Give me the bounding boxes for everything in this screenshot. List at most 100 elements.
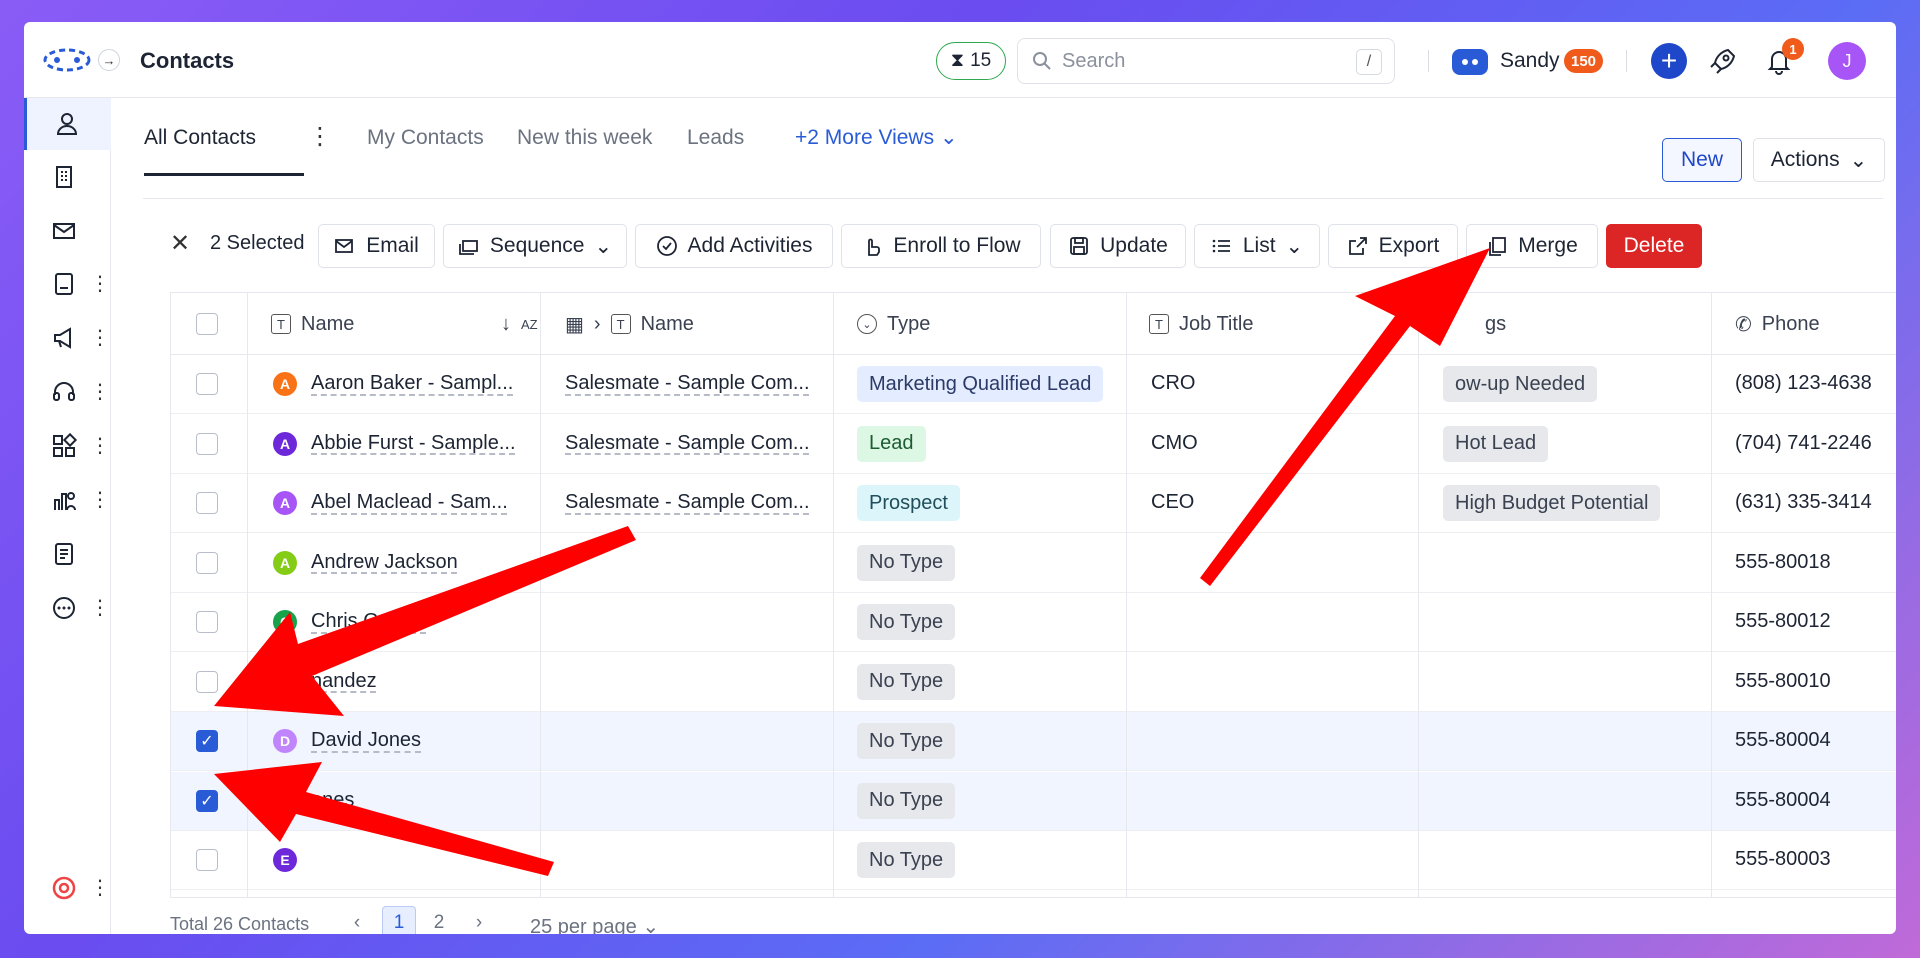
contact-name-link[interactable]: Abel Maclead - Sam...	[311, 491, 508, 514]
table-row[interactable]: C Chris Gonzal No Type 555-80012	[171, 593, 1896, 652]
row-checkbox[interactable]	[196, 551, 218, 574]
sidebar-item-email[interactable]	[24, 205, 111, 257]
search-box[interactable]: /	[1017, 38, 1395, 84]
table-row[interactable]: nandez No Type 555-80010	[171, 653, 1896, 712]
merge-button[interactable]: Merge	[1466, 224, 1598, 268]
more-options-icon[interactable]: ⋮	[90, 490, 110, 510]
user-name[interactable]: Sandy	[1500, 49, 1560, 73]
actions-dropdown[interactable]: Actions ⌄	[1753, 138, 1885, 182]
phone-number[interactable]: 555-80003	[1735, 848, 1831, 871]
row-checkbox[interactable]	[196, 492, 218, 514]
row-checkbox[interactable]	[196, 670, 218, 693]
sort-icon[interactable]: ↓ AZ	[501, 293, 538, 355]
sidebar-item-support[interactable]: ⋮	[24, 366, 111, 418]
more-options-icon[interactable]: ⋮	[90, 598, 110, 618]
contact-name-link[interactable]: nandez	[311, 670, 377, 693]
row-checkbox[interactable]	[196, 373, 218, 395]
phone-number[interactable]: 555-80004	[1735, 729, 1831, 752]
phone-number[interactable]: (808) 123-4638	[1735, 372, 1872, 395]
table-row[interactable]: A Abbie Furst - Sample... Salesmate - Samp…	[171, 415, 1896, 474]
contact-name-link[interactable]: Abbie Furst - Sample...	[311, 432, 516, 455]
tab-all-contacts[interactable]: All Contacts	[144, 126, 256, 150]
phone-number[interactable]: 555-80012	[1735, 610, 1831, 633]
export-button[interactable]: Export	[1328, 224, 1458, 268]
view-options-icon[interactable]: ⋮	[308, 122, 332, 151]
add-activities-button[interactable]: Add Activities	[635, 224, 833, 268]
sidebar-item-reports[interactable]: ⋮	[24, 474, 111, 526]
hand-pointer-icon	[868, 238, 881, 256]
contact-name-link[interactable]: Chris Gonzal	[311, 610, 427, 633]
tab-leads[interactable]: Leads	[687, 126, 744, 150]
contact-name-link[interactable]: David Jones	[311, 729, 421, 752]
per-page-dropdown[interactable]: 25 per page ⌄	[530, 914, 659, 934]
table-row[interactable]: A Andrew Jackson No Type 555-80018	[171, 534, 1896, 593]
tab-new-this-week[interactable]: New this week	[517, 126, 652, 150]
contact-name-link[interactable]: Andrew Jackson	[311, 551, 458, 574]
column-header-job-title[interactable]: T Job Title	[1149, 293, 1253, 355]
tab-my-contacts[interactable]: My Contacts	[367, 126, 484, 150]
contact-name-link[interactable]: ones	[311, 789, 354, 812]
row-checkbox[interactable]	[196, 849, 218, 871]
page-1-button[interactable]: 1	[382, 906, 416, 934]
profile-avatar[interactable]: J	[1828, 42, 1866, 80]
sidebar-item-deals[interactable]: ⋮	[24, 258, 111, 310]
table-row[interactable]: ✓ D David Jones No Type 555-80004	[171, 712, 1896, 771]
select-all-checkbox[interactable]	[196, 313, 218, 335]
enroll-to-flow-button[interactable]: Enroll to Flow	[841, 224, 1041, 268]
column-header-type[interactable]: ⌄ Type	[857, 293, 930, 355]
phone-number[interactable]: (631) 335-3414	[1735, 491, 1872, 514]
sidebar-item-apps[interactable]: ⋮	[24, 420, 111, 472]
phone-number[interactable]: 555-80004	[1735, 789, 1831, 812]
phone-number[interactable]: (704) 741-2246	[1735, 432, 1872, 455]
rocket-icon[interactable]	[1708, 46, 1738, 76]
more-options-icon[interactable]: ⋮	[90, 274, 110, 294]
column-header-phone[interactable]: ✆ Phone	[1735, 293, 1820, 355]
page-2-button[interactable]: 2	[422, 906, 456, 934]
more-options-icon[interactable]: ⋮	[90, 878, 110, 898]
company-name-link[interactable]: Salesmate - Sample Com...	[565, 491, 810, 514]
email-button[interactable]: Email	[318, 224, 435, 268]
column-header-tags[interactable]: gs	[1485, 293, 1506, 355]
table-row[interactable]: A Abel Maclead - Sam... Salesmate - Sample…	[171, 474, 1896, 533]
phone-number[interactable]: 555-80010	[1735, 670, 1831, 693]
contact-name-link[interactable]: Aaron Baker - Sampl...	[311, 372, 513, 395]
row-checkbox[interactable]	[196, 611, 218, 633]
search-input[interactable]	[1062, 49, 1352, 73]
more-options-icon[interactable]: ⋮	[90, 328, 110, 348]
more-views-dropdown[interactable]: +2 More Views ⌄	[795, 125, 958, 150]
assistant-bot-icon[interactable]	[1452, 49, 1488, 75]
column-header-name[interactable]: T Name	[271, 293, 354, 355]
sidebar-item-contacts[interactable]	[24, 98, 111, 150]
next-page-icon[interactable]: ›	[462, 906, 496, 934]
list-icon	[1212, 239, 1230, 253]
salesmate-logo-icon[interactable]	[42, 46, 92, 74]
clear-selection-icon[interactable]: ✕	[170, 229, 190, 258]
timer-badge[interactable]: ⧗ 15	[936, 42, 1006, 80]
prev-page-icon[interactable]: ‹	[340, 906, 374, 934]
table-row[interactable]: A Aaron Baker - Sampl... Salesmate - Sampl…	[171, 355, 1896, 414]
sequence-dropdown[interactable]: Sequence ⌄	[443, 224, 627, 268]
sidebar-item-more[interactable]: ⋮	[24, 582, 111, 634]
update-button[interactable]: Update	[1050, 224, 1186, 268]
table-row[interactable]: ✓ ones No Type 555-80004	[171, 771, 1896, 831]
company-name-link[interactable]: Salesmate - Sample Com...	[565, 432, 810, 455]
list-dropdown[interactable]: List ⌄	[1194, 224, 1320, 268]
sidebar-item-campaigns[interactable]: ⋮	[24, 312, 111, 364]
company-name-link[interactable]: Salesmate - Sample Com...	[565, 372, 810, 395]
phone-number[interactable]: 555-80018	[1735, 551, 1831, 574]
more-options-icon[interactable]: ⋮	[90, 436, 110, 456]
more-options-icon[interactable]: ⋮	[90, 382, 110, 402]
row-checkbox[interactable]: ✓	[196, 730, 218, 752]
sidebar-item-help[interactable]: ⋮	[24, 862, 111, 914]
search-shortcut-key: /	[1356, 49, 1382, 75]
row-checkbox[interactable]: ✓	[196, 789, 218, 812]
row-checkbox[interactable]	[196, 432, 218, 455]
expand-sidebar-icon[interactable]: →	[98, 49, 120, 71]
sidebar-item-companies[interactable]	[24, 151, 111, 203]
delete-button[interactable]: Delete	[1606, 224, 1702, 268]
table-row[interactable]: E No Type 555-80003	[171, 831, 1896, 890]
column-header-company-name[interactable]: ▦ › T Name	[565, 293, 694, 355]
sidebar-item-documents[interactable]	[24, 528, 111, 580]
quick-add-button[interactable]: +	[1651, 43, 1687, 79]
new-button[interactable]: New	[1662, 138, 1742, 182]
